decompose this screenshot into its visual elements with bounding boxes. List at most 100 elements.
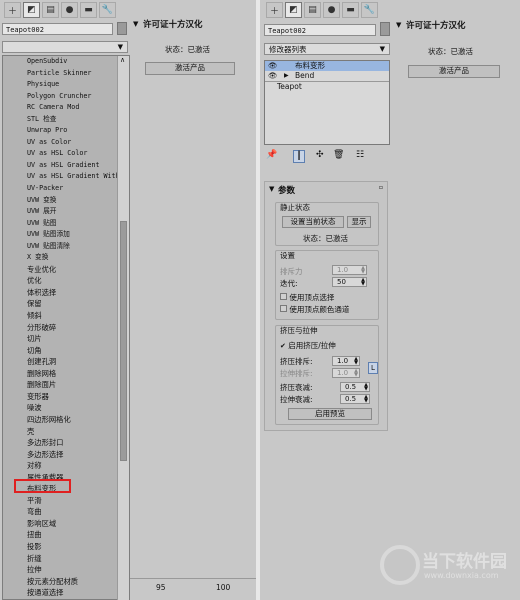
show-end-result-icon[interactable]: ┃ (293, 150, 305, 163)
configure-sets-icon[interactable]: ☷ (356, 150, 364, 160)
modifier-list-item[interactable]: Polygon Cruncher (3, 91, 129, 103)
expand-arrow-icon[interactable]: ▶ (284, 71, 289, 81)
stretch-decay-spinner[interactable]: 0.5 ▲ ▼ (340, 394, 370, 404)
modifier-list-item[interactable]: RC Camera Mod (3, 102, 129, 114)
modifier-list-item[interactable]: 按元素分配材质 (3, 576, 129, 588)
spinner-arrows-icon[interactable]: ▲ ▼ (354, 369, 358, 378)
modifier-list-item[interactable]: UVW 贴图 (3, 218, 129, 230)
hierarchy-tab-icon[interactable]: ▤ (42, 2, 59, 18)
spinner-arrows-icon[interactable]: ▲ ▼ (361, 266, 365, 275)
eye-icon[interactable]: 👁 (268, 71, 278, 81)
squash-decay-spinner[interactable]: 0.5 ▲ ▼ (340, 382, 370, 392)
show-button[interactable]: 显示 (347, 216, 371, 228)
object-name-field[interactable]: Teapot002 (2, 23, 113, 35)
use-vertex-select-row[interactable]: 使用顶点选择 (280, 292, 334, 303)
modifier-list-item[interactable]: 对称 (3, 460, 129, 472)
modifier-list-item[interactable]: 体积选择 (3, 287, 129, 299)
modifier-list-dropdown[interactable]: 修改器列表 ▼ (264, 43, 390, 55)
modifier-list-item[interactable]: 切角 (3, 345, 129, 357)
utilities-tab-icon[interactable]: 🔧 (99, 2, 116, 18)
enable-preview-button[interactable]: 启用预览 (288, 408, 372, 420)
create-tab-icon[interactable]: ＋ (266, 2, 283, 18)
scroll-thumb[interactable] (120, 221, 127, 461)
modifier-list-item[interactable]: 投影 (3, 541, 129, 553)
modifier-list-item[interactable]: 专业优化 (3, 264, 129, 276)
display-tab-icon[interactable]: ▬ (80, 2, 97, 18)
modifier-list-item[interactable]: 噪波 (3, 402, 129, 414)
stack-item-teapot[interactable]: Teapot (265, 81, 389, 92)
spinner-arrows-icon[interactable]: ▲ ▼ (364, 395, 368, 404)
modifier-list-item[interactable]: STL 检查 (3, 114, 129, 126)
object-name-field[interactable]: Teapot002 (264, 24, 376, 36)
modify-tab-icon[interactable]: ◩ (285, 2, 302, 18)
modifier-list-item[interactable]: 拉伸 (3, 564, 129, 576)
hierarchy-tab-icon[interactable]: ▤ (304, 2, 321, 18)
modifier-list-item[interactable]: Physique (3, 79, 129, 91)
modifier-list-item[interactable]: 分形破碎 (3, 322, 129, 334)
modifier-list-item[interactable]: 保留 (3, 298, 129, 310)
object-color-swatch[interactable] (117, 22, 127, 35)
use-vertex-color-row[interactable]: 使用顶点颜色通道 (280, 304, 349, 315)
create-tab-icon[interactable]: ＋ (4, 2, 21, 18)
modifier-list-item[interactable]: 壳 (3, 426, 129, 438)
modifier-list-item[interactable]: Particle Skinner (3, 68, 129, 80)
modifier-list-item[interactable]: 切片 (3, 333, 129, 345)
eye-icon[interactable]: 👁 (268, 61, 278, 71)
stretch-repel-spinner[interactable]: 1.0 ▲ ▼ (332, 368, 360, 378)
modifier-list-item[interactable]: UVW 变换 (3, 195, 129, 207)
motion-tab-icon[interactable]: ● (61, 2, 78, 18)
modifier-list-item[interactable]: OpenSubdiv (3, 56, 129, 68)
iterations-spinner[interactable]: 50 ▲ ▼ (332, 277, 367, 287)
modifier-list-item[interactable]: Unwrap Pro (3, 125, 129, 137)
modifier-list-item[interactable]: UVW 展开 (3, 206, 129, 218)
make-unique-icon[interactable]: ✣ (316, 150, 324, 160)
scroll-up-icon[interactable]: ∧ (120, 56, 125, 64)
rollout-collapse-icon[interactable]: ▼ (133, 20, 138, 28)
modifier-dropdown-list[interactable]: OpenSubdiv Particle Skinner Physique Polygo… (2, 55, 130, 600)
remove-modifier-icon[interactable]: 🗑 (333, 150, 344, 160)
modifier-list-item[interactable]: UV as Color (3, 137, 129, 149)
modifier-list-item[interactable]: 四边形网格化 (3, 414, 129, 426)
squash-repel-spinner[interactable]: 1.0 ▲ ▼ (332, 356, 360, 366)
use-vertex-color-checkbox[interactable] (280, 305, 287, 312)
modifier-list-item[interactable]: 扭曲 (3, 529, 129, 541)
modifier-list-item[interactable]: 优化 (3, 275, 129, 287)
modifier-list-item[interactable]: 变形器 (3, 391, 129, 403)
checkmark-icon[interactable]: ✔ (280, 342, 286, 350)
modifier-list-scrollbar[interactable]: ∧ (117, 56, 129, 600)
motion-tab-icon[interactable]: ● (323, 2, 340, 18)
spinner-arrows-icon[interactable]: ▲ ▼ (361, 278, 365, 287)
modifier-list-item[interactable]: 多边形选择 (3, 449, 129, 461)
modifier-list-item[interactable]: UV as HSL Gradient With (3, 171, 129, 183)
modifier-list-item[interactable]: UV as HSL Gradient (3, 160, 129, 172)
utilities-tab-icon[interactable]: 🔧 (361, 2, 378, 18)
use-vertex-select-checkbox[interactable] (280, 293, 287, 300)
modifier-list-item[interactable]: UV-Packer (3, 183, 129, 195)
object-color-swatch[interactable] (380, 22, 390, 36)
repel-spinner[interactable]: 1.0 ▲ ▼ (332, 265, 367, 275)
rollout-collapse-icon[interactable]: ▼ (396, 21, 401, 29)
modifier-list-item[interactable]: 按通道选择 (3, 587, 129, 599)
stack-item-bend[interactable]: 👁 ▶ Bend (265, 71, 389, 81)
modify-tab-icon[interactable]: ◩ (23, 2, 40, 18)
modifier-list-item[interactable]: 倾斜 (3, 310, 129, 322)
modifier-list-item[interactable]: 删除面片 (3, 379, 129, 391)
display-tab-icon[interactable]: ▬ (342, 2, 359, 18)
activate-product-button[interactable]: 激活产品 (408, 65, 500, 78)
lock-toggle-button[interactable]: L (368, 362, 378, 374)
set-current-state-button[interactable]: 设置当前状态 (282, 216, 344, 228)
modifier-list-item[interactable]: UVW 贴图添加 (3, 229, 129, 241)
modifier-list-item[interactable]: 多边形封口 (3, 437, 129, 449)
modifier-list-item[interactable]: UVW 贴图清除 (3, 241, 129, 253)
modifier-list-dropdown[interactable]: ▼ (2, 41, 128, 53)
enable-squash-row[interactable]: ✔ 启用挤压/拉伸 (280, 340, 336, 351)
stack-item-cloth-deform[interactable]: 👁 布料变形 (265, 61, 389, 71)
modifier-list-item[interactable]: 创建孔洞 (3, 356, 129, 368)
modifier-list-item[interactable]: X 变换 (3, 252, 129, 264)
modifier-list-item[interactable]: 弯曲 (3, 506, 129, 518)
activate-product-button[interactable]: 激活产品 (145, 62, 235, 75)
spinner-arrows-icon[interactable]: ▲ ▼ (364, 383, 368, 392)
pin-stack-icon[interactable]: 📌 (266, 150, 277, 160)
spinner-arrows-icon[interactable]: ▲ ▼ (354, 357, 358, 366)
rollout-collapse-icon[interactable]: ▼ (269, 185, 274, 193)
